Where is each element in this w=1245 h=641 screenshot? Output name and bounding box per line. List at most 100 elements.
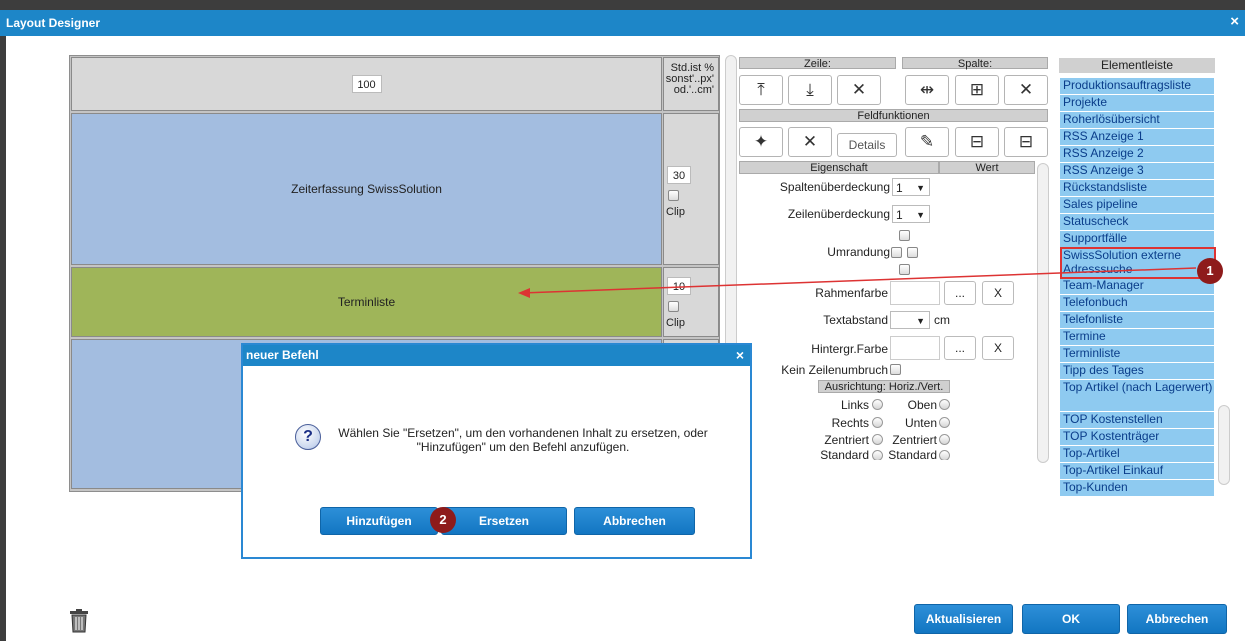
zeilenueberdeckung-label: Zeilenüberdeckung [787,207,890,221]
dialog-close-icon[interactable]: × [736,347,744,363]
zeilenueberdeckung-select[interactable]: 1 ▼ [892,205,930,223]
element-list-item[interactable]: Statuscheck [1060,214,1214,231]
cancel-button[interactable]: Abbrechen [574,507,695,535]
insert-row-above-icon[interactable]: ⤒ [739,75,783,105]
textabstand-label: Textabstand [823,313,888,327]
umrandung-right-checkbox[interactable] [907,247,918,258]
delete-row-button[interactable]: ✕ [837,75,881,105]
delete-column-button[interactable]: ✕ [1004,75,1048,105]
rahmenfarbe-clear-button[interactable]: X [982,281,1014,305]
links-radio[interactable] [872,399,883,410]
feldfunktionen-header: Feldfunktionen [739,109,1048,122]
insert-column-left-icon[interactable]: ⇹ [905,75,949,105]
zeile-header: Zeile: [739,57,896,70]
replace-button[interactable]: Ersetzen [441,507,567,535]
trash-icon[interactable] [69,609,89,633]
size-hint-label: Std.ist % sonst'..px' od.'..cm' [663,57,719,111]
ok-button[interactable]: OK [1022,604,1120,634]
zentriert-h-label: Zentriert [824,433,869,447]
rahmenfarbe-input[interactable] [890,281,940,305]
row-width-input[interactable]: 100 [351,75,382,93]
element-list-item[interactable]: Telefonliste [1060,312,1214,329]
element-list-item[interactable]: Projekte [1060,95,1214,112]
element-list-item[interactable]: Top Artikel (nach Lagerwert) [1060,380,1214,412]
element-list-item[interactable]: Roherlösübersicht [1060,112,1214,129]
element-list-item[interactable]: TOP Kostenstellen [1060,412,1214,429]
close-icon: ✕ [1018,80,1034,99]
merge-field-icon[interactable]: ⊟ [1004,127,1048,157]
window-close-icon[interactable]: × [1230,13,1239,30]
element-list-item[interactable]: TOP Kostenträger [1060,429,1214,446]
zentriert-v-radio[interactable] [939,434,950,445]
umrandung-label: Umrandung [827,245,890,259]
element-list-item[interactable]: Rückstandsliste [1060,180,1214,197]
hintergrfarbe-input[interactable] [890,336,940,360]
element-list-item[interactable]: RSS Anzeige 1 [1060,129,1214,146]
element-list-item[interactable]: Supportfälle [1060,231,1214,248]
dialog-title: neuer Befehl [243,345,750,366]
element-list-item[interactable]: Top-Artikel Einkauf [1060,463,1214,480]
links-label: Links [840,398,869,412]
standard-h-radio[interactable] [872,450,883,460]
new-field-icon[interactable]: ✦ [739,127,783,157]
element-list-item[interactable]: Telefonbuch [1060,295,1214,312]
window-title: Layout Designer [6,16,101,30]
hintergrfarbe-label: Hintergr.Farbe [811,342,888,356]
element-list-item[interactable]: Team-Manager [1060,278,1214,295]
delete-field-button[interactable]: ✕ [788,127,832,157]
element-list-item[interactable]: RSS Anzeige 2 [1060,146,1214,163]
standard-v-radio[interactable] [939,450,950,460]
textabstand-select[interactable]: ▼ [890,311,930,329]
standard-v-label: Standard [888,448,937,460]
umrandung-bottom-checkbox[interactable] [899,264,910,275]
hintergrfarbe-picker-button[interactable]: ... [944,336,976,360]
grid-row-header[interactable]: 100 [71,57,662,111]
footer-cancel-button[interactable]: Abbrechen [1127,604,1227,634]
umrandung-top-checkbox[interactable] [899,230,910,241]
eigenschaft-header: Eigenschaft [739,161,939,174]
rechts-label: Rechts [831,416,869,430]
rahmenfarbe-picker-button[interactable]: ... [944,281,976,305]
element-list-item[interactable]: Sales pipeline [1060,197,1214,214]
cell-label: Terminliste [337,295,396,309]
element-list-item[interactable]: RSS Anzeige 3 [1060,163,1214,180]
props-scrollbar[interactable] [1037,163,1049,463]
brush-icon[interactable]: ✎ [905,127,949,157]
element-list-item[interactable]: Termine [1060,329,1214,346]
element-list-item[interactable]: Terminliste [1060,346,1214,363]
element-list-item[interactable]: Tipp des Tages [1060,363,1214,380]
element-list-item[interactable]: Produktionsauftragsliste [1060,78,1214,95]
oben-radio[interactable] [939,399,950,410]
hintergrfarbe-clear-button[interactable]: X [982,336,1014,360]
grid-cell-terminliste[interactable]: Terminliste [71,267,662,337]
spaltenueberdeckung-select[interactable]: 1 ▼ [892,178,930,196]
kein-zeilenumbruch-label: Kein Zeilenumbruch [781,363,888,377]
details-button[interactable]: Details [837,133,897,157]
property-panel: Zeile: Spalte: ⤒ ⤓ ✕ ⇹ ⊞ ✕ Feldfunktione… [725,55,1050,465]
zentriert-v-label: Zentriert [892,433,937,447]
element-list-item[interactable]: Top-Kunden [1060,480,1214,497]
row-3-settings: 10 Clip [663,267,719,337]
zentriert-h-radio[interactable] [872,434,883,445]
unten-radio[interactable] [939,417,950,428]
element-list-item[interactable]: Top-Artikel [1060,446,1214,463]
wert-header: Wert [939,161,1035,174]
add-button[interactable]: Hinzufügen [320,507,438,535]
row-height-input[interactable]: 10 [667,277,691,295]
element-list-scrollbar[interactable] [1218,405,1230,485]
question-icon: ? [295,424,321,450]
insert-row-below-icon[interactable]: ⤓ [788,75,832,105]
chevron-down-icon: ▼ [916,183,925,193]
split-field-icon[interactable]: ⊟ [955,127,999,157]
step-badge-1: 1 [1197,258,1223,284]
umrandung-left-checkbox[interactable] [891,247,902,258]
insert-column-right-icon[interactable]: ⊞ [955,75,999,105]
row-height-input[interactable]: 30 [667,166,691,184]
kein-zeilenumbruch-checkbox[interactable] [890,364,901,375]
rechts-radio[interactable] [872,417,883,428]
clip-checkbox[interactable] [668,301,679,312]
refresh-button[interactable]: Aktualisieren [914,604,1013,634]
clip-checkbox[interactable] [668,190,679,201]
grid-cell-zeiterfassung[interactable]: Zeiterfassung SwissSolution [71,113,662,265]
element-list-item[interactable]: SwissSolution externe Adresssuche [1060,248,1214,278]
